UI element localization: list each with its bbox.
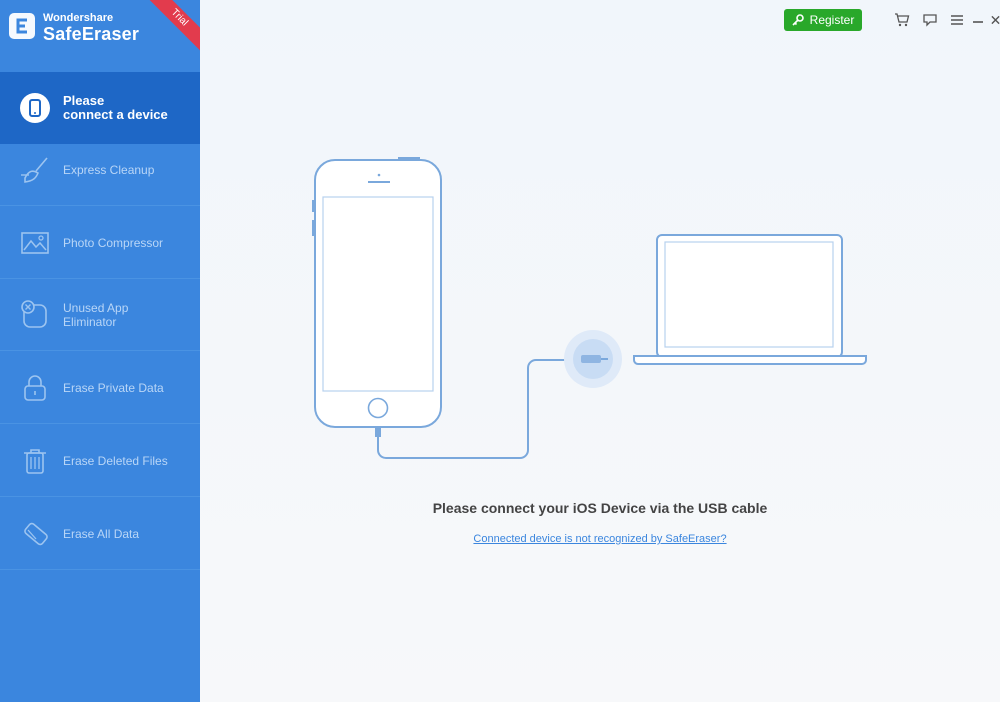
sidebar-item-label: Express Cleanup (63, 162, 155, 177)
sidebar-item-express-cleanup[interactable]: Express Cleanup (0, 134, 200, 206)
trial-ribbon: Trial (141, 0, 200, 56)
phone-icon (19, 92, 51, 124)
sidebar-item-label: Unused App Eliminator (63, 300, 129, 329)
connect-device-illustration (312, 157, 867, 459)
photo-icon (19, 227, 51, 259)
brand-product: SafeEraser (43, 24, 140, 44)
help-link[interactable]: Connected device is not recognized by Sa… (200, 533, 1000, 545)
phone-illustration (312, 157, 442, 437)
connect-message: Please connect your iOS Device via the U… (432, 500, 768, 516)
sidebar-item-label: Erase Deleted Files (63, 453, 168, 468)
sidebar-item-unused-app-eliminator[interactable]: Unused App Eliminator (0, 279, 200, 351)
sidebar-item-erase-deleted-files[interactable]: Erase Deleted Files (0, 425, 200, 497)
broom-icon (19, 154, 51, 186)
sidebar-item-label: Erase All Data (63, 526, 140, 541)
trash-icon (19, 445, 51, 477)
eraser-icon (19, 518, 51, 550)
sidebar: Wondershare SafeEraser Trial Please conn… (0, 0, 200, 702)
app-logo-icon (9, 13, 35, 39)
brand-header: Wondershare SafeEraser Trial (0, 0, 200, 60)
lock-icon (19, 372, 51, 404)
brand-vendor: Wondershare (43, 12, 114, 24)
main-panel: Register Please connect your iOS Device … (200, 0, 1000, 702)
sidebar-item-erase-all-data[interactable]: Erase All Data (0, 498, 200, 570)
sidebar-item-erase-private-data[interactable]: Erase Private Data (0, 352, 200, 424)
sidebar-item-label: Please connect a device (63, 93, 168, 122)
sidebar-item-label: Photo Compressor (63, 235, 164, 250)
laptop-illustration (633, 234, 867, 365)
sidebar-item-label: Erase Private Data (63, 380, 164, 395)
app-remove-icon (19, 299, 51, 331)
sidebar-item-photo-compressor[interactable]: Photo Compressor (0, 207, 200, 279)
